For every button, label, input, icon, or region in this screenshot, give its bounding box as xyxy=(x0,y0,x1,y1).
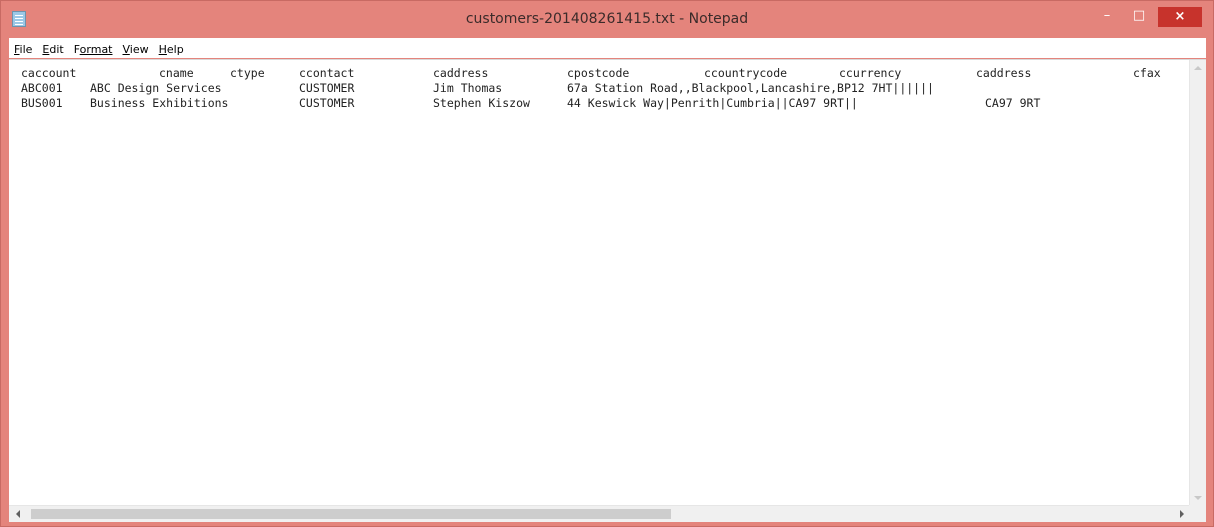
row-ctype: CUSTOMER xyxy=(299,96,355,110)
header-line: caccount cname ctype ccontact caddress c… xyxy=(21,66,1181,81)
menu-format-label: ormat xyxy=(79,43,113,56)
header-caddress: caddress xyxy=(433,66,489,80)
scroll-right-icon[interactable] xyxy=(1180,510,1184,518)
notepad-window: customers-201408261415.txt - Notepad – □… xyxy=(0,0,1214,527)
row-caccount: ABC001 xyxy=(21,81,63,95)
data-line: BUS001 Business Exhibitions CUSTOMER Ste… xyxy=(21,96,1181,111)
data-line: ABC001 ABC Design Services CUSTOMER Jim … xyxy=(21,81,1181,96)
menu-format[interactable]: Format xyxy=(69,40,118,60)
horizontal-scrollbar[interactable] xyxy=(9,505,1206,522)
vertical-scrollbar[interactable] xyxy=(1189,60,1206,506)
menu-edit-label: dit xyxy=(49,43,64,56)
row-caddress: 67a Station Road,,Blackpool,Lancashire,B… xyxy=(567,81,934,95)
header-ccontact: ccontact xyxy=(299,66,355,80)
close-button[interactable]: × xyxy=(1158,7,1202,27)
menu-view-label: iew xyxy=(129,43,149,56)
row-ccontact: Jim Thomas xyxy=(433,81,503,95)
menu-view-accel: V xyxy=(122,43,130,56)
row-ccontact: Stephen Kiszow xyxy=(433,96,530,110)
menu-help[interactable]: Help xyxy=(154,40,189,60)
row-caddress2: CA97 9RT xyxy=(985,96,1041,110)
header-ccurrency: ccurrency xyxy=(839,66,902,80)
menu-edit[interactable]: Edit xyxy=(37,40,68,60)
header-cpostcode: cpostcode xyxy=(567,66,630,80)
window-title: customers-201408261415.txt - Notepad xyxy=(465,11,749,27)
header-ccountrycode: ccountrycode xyxy=(704,66,788,80)
horizontal-scroll-thumb[interactable] xyxy=(31,509,671,519)
scroll-up-icon[interactable] xyxy=(1194,66,1202,70)
row-caccount: BUS001 xyxy=(21,96,63,110)
title-bar[interactable]: customers-201408261415.txt - Notepad – □… xyxy=(1,1,1213,37)
menu-file[interactable]: File xyxy=(9,40,37,60)
menu-view[interactable]: View xyxy=(118,40,154,60)
minimize-button[interactable]: – xyxy=(1093,7,1121,27)
maximize-button[interactable]: □ xyxy=(1125,7,1153,27)
header-cname: cname xyxy=(159,66,194,80)
header-caccount: caccount xyxy=(21,66,77,80)
text-editor[interactable]: caccount cname ctype ccontact caddress c… xyxy=(9,59,1206,522)
scroll-left-icon[interactable] xyxy=(16,510,20,518)
row-cname: ABC Design Services xyxy=(90,81,222,95)
header-ctype: ctype xyxy=(230,66,265,80)
row-ctype: CUSTOMER xyxy=(299,81,355,95)
menu-help-accel: H xyxy=(158,43,167,56)
document-text[interactable]: caccount cname ctype ccontact caddress c… xyxy=(21,66,1181,486)
header-caddress2: caddress xyxy=(976,66,1032,80)
menu-bar: File Edit Format View Help xyxy=(9,38,1206,58)
scroll-down-icon[interactable] xyxy=(1194,496,1202,500)
row-caddress: 44 Keswick Way|Penrith|Cumbria||CA97 9RT… xyxy=(567,96,858,110)
row-cname: Business Exhibitions xyxy=(90,96,229,110)
menu-help-label: elp xyxy=(166,43,184,56)
menu-file-label: ile xyxy=(19,43,33,56)
resize-grip[interactable] xyxy=(1189,505,1206,522)
header-cfax: cfax xyxy=(1133,66,1161,80)
